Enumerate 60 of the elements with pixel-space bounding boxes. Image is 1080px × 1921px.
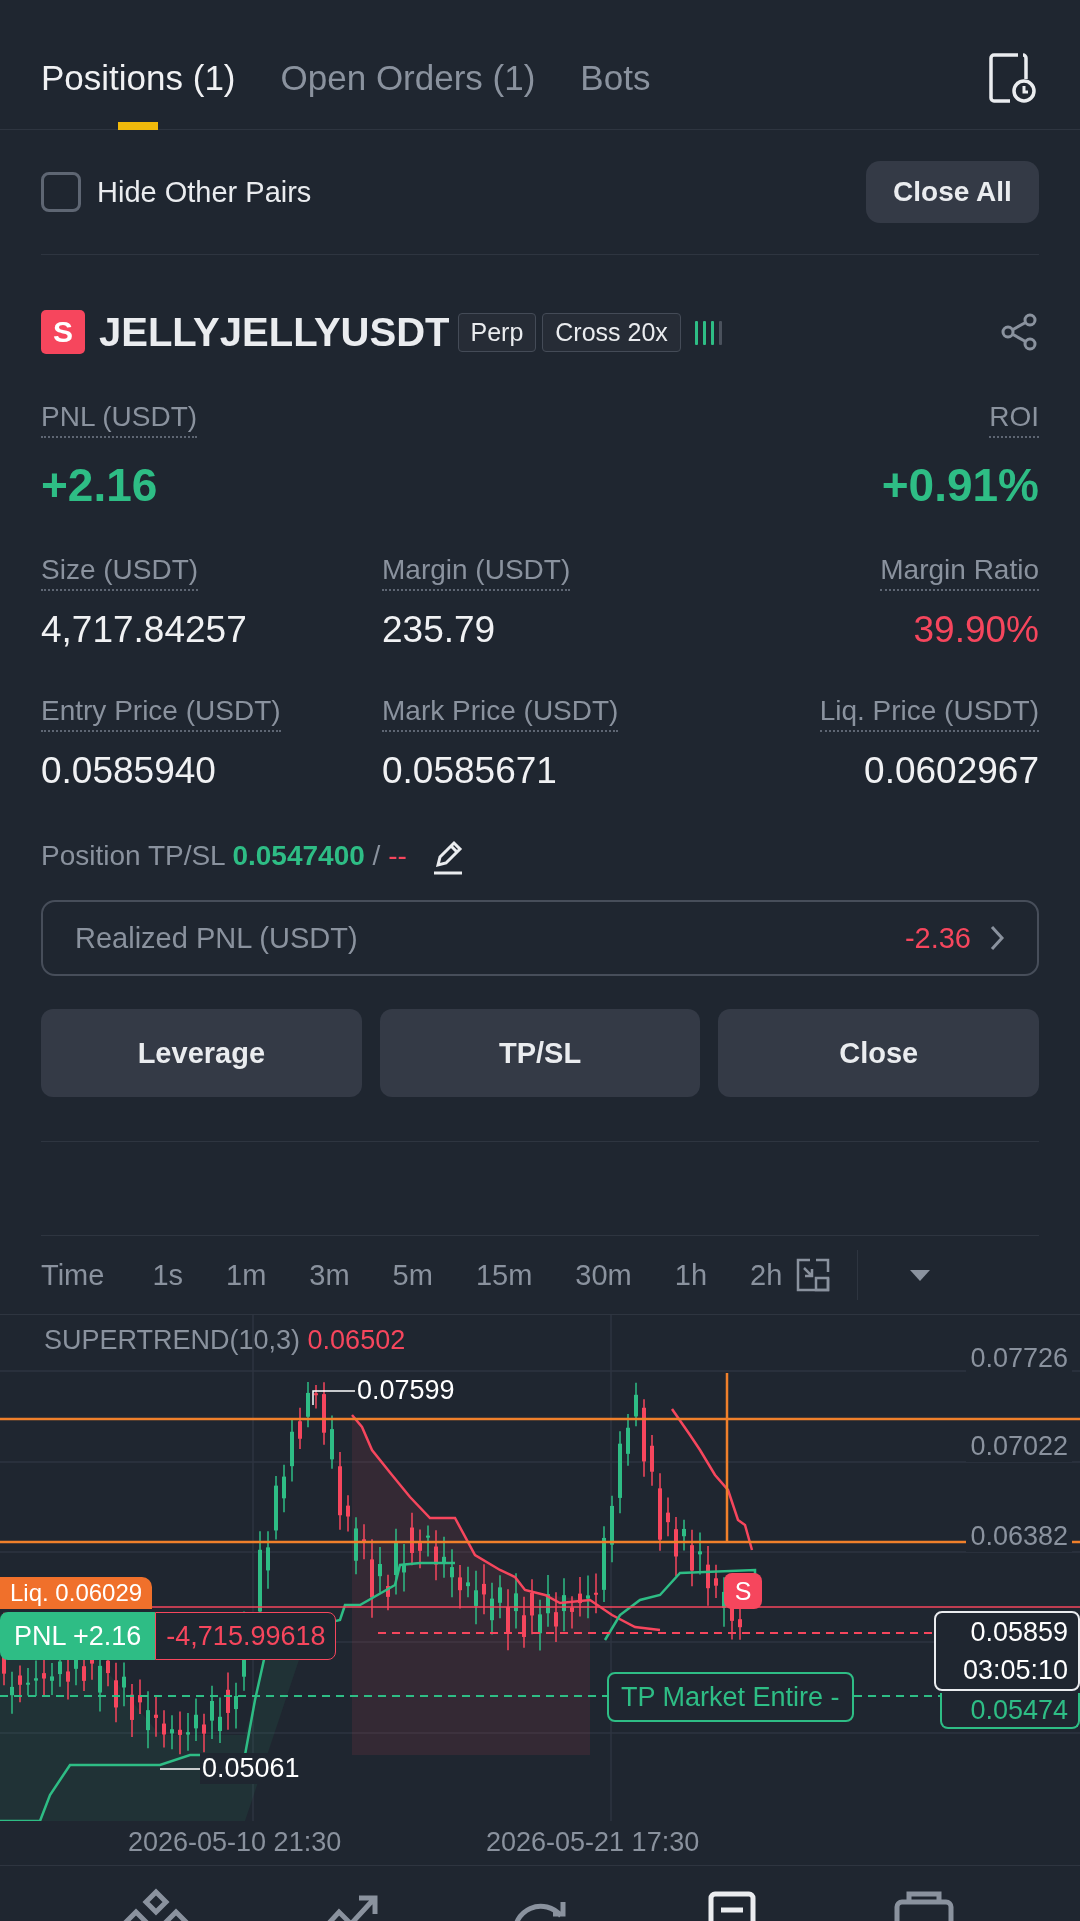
timeframe-tab[interactable]: 3m (309, 1258, 350, 1292)
stat-value: 0.0585940 (41, 750, 216, 792)
stat-label: Mark Price (USDT) (382, 695, 619, 732)
tag: Cross 20x (542, 312, 681, 352)
stat-label: Size (USDT) (41, 554, 199, 591)
action-button[interactable]: TP/SL (379, 1009, 701, 1097)
tab[interactable]: Open Orders (1) (280, 0, 536, 130)
indicator-label: SUPERTREND(10,3) 0.06502 (44, 1325, 406, 1356)
roi-label: ROI (989, 401, 1039, 438)
timeframe-tab[interactable]: 5m (392, 1258, 433, 1292)
symbol-name[interactable]: JELLYJELLYUSDT (99, 309, 450, 355)
tab[interactable]: Bots (580, 0, 651, 130)
stat-label: Margin (USDT) (382, 554, 571, 591)
pnl-amount-tag: -4,715.99618 (155, 1612, 337, 1660)
dropdown-icon[interactable] (908, 1268, 933, 1282)
leader-line (312, 1390, 356, 1406)
pnl-tag: PNL +2.16 (0, 1612, 156, 1660)
stat-label: Margin Ratio (880, 554, 1039, 591)
tab[interactable]: Positions (1) (41, 0, 236, 130)
pnl-value: +2.16 (41, 458, 159, 512)
tag: Perp (457, 312, 537, 352)
pnl-label: PNL (USDT) (41, 401, 198, 438)
share-icon[interactable] (999, 312, 1039, 352)
timeframe-tab[interactable]: 30m (575, 1258, 632, 1292)
roi-value: +0.91% (881, 458, 1039, 512)
time-axis-label: 2026-05-10 21:30 (128, 1827, 342, 1858)
time-axis-label: 2026-05-21 17:30 (486, 1827, 700, 1858)
stat-value: 0.0602967 (864, 750, 1039, 792)
timeframe-tab[interactable]: 1m (226, 1258, 267, 1292)
realized-pnl-row[interactable]: Realized PNL (USDT) -2.36 (41, 900, 1039, 976)
timeframe-tab[interactable]: 2h (750, 1258, 783, 1292)
timeframe-tab[interactable]: 1h (674, 1258, 707, 1292)
last-price: 0.05859 (969, 1616, 1069, 1649)
sell-marker: S (724, 1573, 762, 1609)
side-badge: S (41, 310, 85, 354)
timeframe-tab[interactable]: 15m (475, 1258, 533, 1292)
stat-value: 235.79 (382, 609, 496, 651)
checkbox-label[interactable]: Hide Other Pairs (97, 175, 312, 209)
action-button[interactable]: Leverage (41, 1009, 362, 1097)
timeframe-tab[interactable]: 1s (152, 1258, 183, 1292)
realized-pnl-label: Realized PNL (USDT) (75, 921, 358, 955)
liquidation-price-tag: Liq. 0.06029 (0, 1577, 153, 1609)
tpsl-text: Position TP/SL 0.0547400 / -- (41, 840, 407, 872)
take-profit-tag: TP Market Entire - (607, 1672, 854, 1722)
action-button[interactable]: Close (718, 1009, 1039, 1097)
stat-label: Entry Price (USDT) (41, 695, 281, 732)
low-price-label: 0.05061 (200, 1753, 302, 1784)
take-profit-price-tag: 0.05474 (940, 1693, 1080, 1729)
history-icon[interactable] (988, 52, 1036, 104)
leader-line (159, 1768, 201, 1770)
stat-value: 39.90% (913, 609, 1039, 651)
expand-icon[interactable] (795, 1257, 832, 1293)
timeframe-tab[interactable]: Time (41, 1258, 105, 1292)
stat-value: 0.0585671 (382, 750, 557, 792)
realized-pnl-value: -2.36 (904, 921, 971, 955)
checkbox[interactable] (41, 172, 81, 212)
countdown: 03:05:10 (961, 1654, 1069, 1687)
stat-value: 4,717.84257 (41, 609, 247, 651)
close-all-button[interactable]: Close All (866, 161, 1039, 223)
stat-label: Liq. Price (USDT) (819, 695, 1039, 732)
